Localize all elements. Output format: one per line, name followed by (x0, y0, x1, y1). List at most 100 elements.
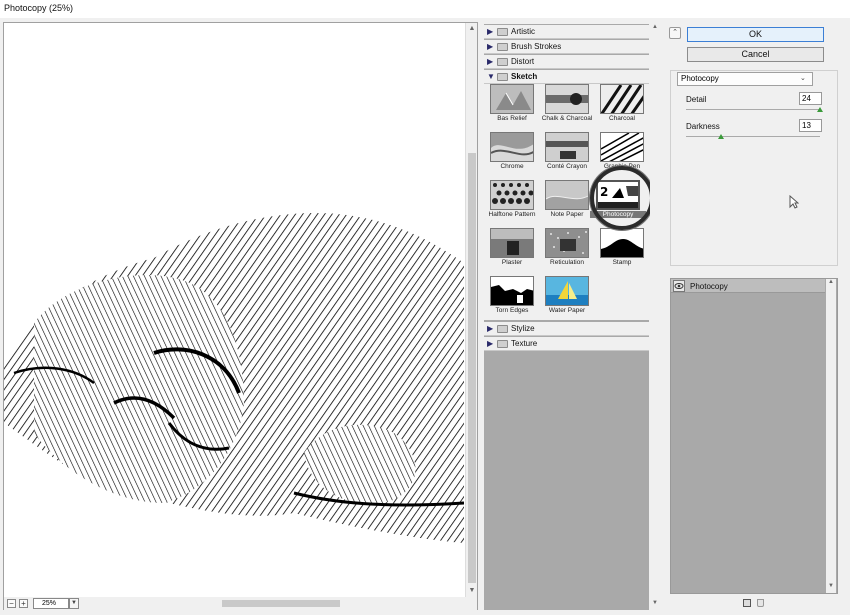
filter-label: Conté Crayon (546, 163, 588, 170)
mouse-cursor-icon (789, 194, 800, 211)
category-label: Brush Strokes (511, 42, 562, 51)
folder-icon (497, 28, 508, 36)
new-effect-layer-icon[interactable] (743, 599, 751, 607)
selection-highlight-ring (590, 166, 654, 230)
filter-label: Bas Relief (497, 115, 527, 122)
expand-triangle-icon[interactable]: ▶ (487, 57, 493, 66)
scroll-up-arrow-icon[interactable]: ▲ (466, 23, 478, 35)
category-distort[interactable]: ▶ Distort (484, 55, 649, 69)
filter-label: Reticulation (550, 259, 584, 266)
collapse-triangle-icon[interactable]: ▼ (487, 72, 495, 81)
reticulation-thumb-icon (545, 228, 589, 258)
filter-label: Torn Edges (495, 307, 529, 314)
category-texture[interactable]: ▶ Texture (484, 337, 649, 351)
trash-icon[interactable] (757, 599, 764, 607)
preview-canvas[interactable] (4, 23, 464, 597)
category-stylize[interactable]: ▶ Stylize (484, 322, 649, 336)
filter-label: Chrome (500, 163, 524, 170)
scroll-up-arrow-icon[interactable]: ▲ (650, 24, 660, 34)
filter-thumb-chrome[interactable]: Chrome (490, 132, 534, 178)
preview-vertical-scrollbar[interactable]: ▲ ▼ (465, 23, 477, 597)
title-bar: Photocopy (25%) (0, 0, 850, 18)
sketched-kitten-image (4, 212, 464, 543)
filter-thumb-stamp[interactable]: Stamp (600, 228, 644, 274)
detail-slider-knob[interactable] (817, 107, 823, 112)
filter-label: Plaster (501, 259, 523, 266)
category-label: Artistic (511, 27, 535, 36)
filter-thumb-note-paper[interactable]: Note Paper (545, 180, 589, 226)
chevron-down-icon[interactable]: ⌄ (800, 74, 806, 82)
filter-thumb-halftone-pattern[interactable]: Halftone Pattern (489, 180, 535, 226)
graphic-pen-thumb-icon (600, 132, 644, 162)
filter-thumb-reticulation[interactable]: Reticulation (545, 228, 589, 274)
detail-slider-track[interactable] (686, 109, 820, 110)
effect-layer-name: Photocopy (690, 282, 728, 291)
chalk-charcoal-thumb-icon (545, 84, 589, 114)
filter-thumb-torn-edges[interactable]: Torn Edges (490, 276, 534, 322)
category-brush-strokes[interactable]: ▶ Brush Strokes (484, 40, 649, 54)
filter-thumb-charcoal[interactable]: Charcoal (600, 84, 644, 130)
layers-scrollbar[interactable]: ▲ ▼ (826, 279, 836, 593)
filter-thumb-plaster[interactable]: Plaster (490, 228, 534, 274)
preview-horizontal-scrollbar[interactable] (84, 598, 466, 609)
darkness-label: Darkness (686, 122, 720, 131)
filter-thumb-chalk-charcoal[interactable]: Chalk & Charcoal (542, 84, 592, 130)
darkness-slider-track[interactable] (686, 136, 820, 137)
folder-open-icon (497, 73, 508, 81)
plaster-thumb-icon (490, 228, 534, 258)
expand-triangle-icon[interactable]: ▶ (487, 42, 493, 51)
bas-relief-thumb-icon (490, 84, 534, 114)
darkness-field[interactable]: 13 (799, 119, 822, 132)
water-paper-thumb-icon (545, 276, 589, 306)
zoom-in-button[interactable]: + (19, 599, 28, 608)
filter-thumb-water-paper[interactable]: Water Paper (545, 276, 589, 322)
expand-triangle-icon[interactable]: ▶ (487, 339, 493, 348)
filter-select[interactable]: Photocopy (677, 72, 813, 86)
filter-label: Water Paper (548, 307, 586, 314)
effect-layers-panel (670, 278, 838, 594)
folder-icon (497, 340, 508, 348)
filter-label: Stamp (612, 259, 632, 266)
conte-crayon-thumb-icon (545, 132, 589, 162)
darkness-slider-knob[interactable] (717, 134, 724, 139)
filter-label: Charcoal (608, 115, 635, 122)
detail-field[interactable]: 24 (799, 92, 822, 105)
note-paper-thumb-icon (545, 180, 589, 210)
scroll-up-arrow-icon[interactable]: ▲ (826, 279, 836, 289)
filter-thumb-conte-crayon[interactable]: Conté Crayon (545, 132, 589, 178)
scroll-thumb[interactable] (468, 153, 476, 583)
expand-triangle-icon[interactable]: ▶ (487, 27, 493, 36)
zoom-out-button[interactable]: − (7, 599, 16, 608)
scroll-thumb[interactable] (222, 600, 340, 607)
expand-triangle-icon[interactable]: ▶ (487, 324, 493, 333)
chrome-thumb-icon (490, 132, 534, 162)
ok-button[interactable]: OK (687, 27, 824, 42)
eye-visibility-icon[interactable] (673, 280, 685, 292)
cancel-button[interactable]: Cancel (687, 47, 824, 62)
category-sketch[interactable]: ▼ Sketch (484, 70, 649, 84)
category-label: Texture (511, 339, 538, 348)
torn-edges-thumb-icon (490, 276, 534, 306)
collapse-gallery-button[interactable]: ⌃ (669, 27, 681, 39)
folder-icon (497, 325, 508, 333)
filter-thumb-bas-relief[interactable]: Bas Relief (490, 84, 534, 130)
category-artistic[interactable]: ▶ Artistic (484, 25, 649, 39)
halftone-pattern-thumb-icon (490, 180, 534, 210)
category-label: Stylize (511, 324, 535, 333)
scroll-down-arrow-icon[interactable]: ▼ (466, 585, 478, 597)
scroll-down-arrow-icon[interactable]: ▼ (826, 583, 836, 593)
detail-label: Detail (686, 95, 707, 104)
filter-label: Note Paper (550, 211, 584, 218)
filter-label: Halftone Pattern (488, 211, 536, 218)
gallery-scrollbar[interactable]: ▲ ▼ (650, 24, 660, 610)
scroll-down-arrow-icon[interactable]: ▼ (650, 600, 660, 610)
zoom-dropdown-chevron-icon[interactable]: ▼ (69, 598, 79, 609)
charcoal-thumb-icon (600, 84, 644, 114)
filter-label: Chalk & Charcoal (541, 115, 593, 122)
zoom-level-field[interactable]: 25% (33, 598, 69, 609)
preview-bottom-bar: − + 25% ▼ (4, 597, 477, 610)
stamp-thumb-icon (600, 228, 644, 258)
folder-icon (497, 58, 508, 66)
window-title: Photocopy (25%) (4, 3, 74, 13)
category-label: Distort (511, 57, 535, 66)
